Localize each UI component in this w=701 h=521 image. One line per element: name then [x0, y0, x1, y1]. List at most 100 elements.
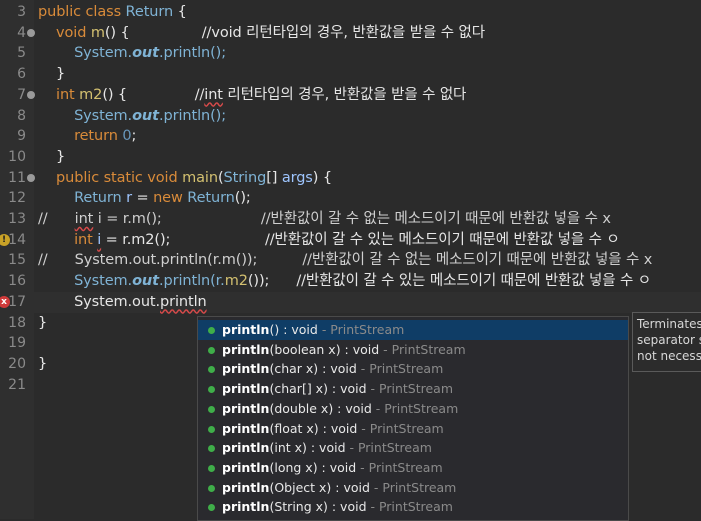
completion-item[interactable]: println(boolean x) : void - PrintStream	[198, 340, 628, 360]
completion-item[interactable]: println(long x) : void - PrintStream	[198, 458, 628, 478]
code-line[interactable]: 7 int m2() { //int 리턴타입의 경우, 반환값을 받을 수 없…	[0, 85, 701, 106]
completion-signature: println(Object x) : void - PrintStream	[222, 478, 456, 498]
code-token: void	[38, 24, 91, 41]
code-text[interactable]: }	[38, 313, 47, 334]
code-token: out	[132, 273, 159, 290]
line-number: 8	[17, 107, 26, 124]
code-token: i = r.m(); //반환값이 갈 수 없는 메소드이기 때문에 반환값 넣…	[93, 211, 611, 227]
code-text[interactable]: void m() { //void 리턴타입의 경우, 반환값을 받을 수 없다	[38, 23, 485, 44]
code-line[interactable]: 6 }	[0, 64, 701, 85]
code-token: // System.out.println(r.m()); //반환값이 갈 수…	[38, 252, 653, 269]
code-token: return	[38, 128, 123, 145]
code-token: int	[204, 86, 223, 103]
doc-line: not necessa	[637, 349, 701, 363]
code-text[interactable]: System.out.println();	[38, 43, 226, 64]
code-token: int	[38, 231, 98, 248]
code-token: []	[266, 169, 282, 186]
fold-toggle-icon[interactable]	[27, 90, 35, 99]
public-method-icon	[208, 504, 215, 512]
code-text[interactable]: }	[38, 64, 65, 85]
completion-item[interactable]: println() : void - PrintStream	[198, 320, 628, 340]
code-text[interactable]: int i = r.m2(); //반환값이 갈 수 있는 메소드이기 때문에 …	[38, 230, 620, 251]
code-line[interactable]: 5 System.out.println();	[0, 43, 701, 64]
code-text[interactable]: System.out.println(r.m2()); //반환값이 갈 수 있…	[38, 271, 651, 292]
code-token: System.	[38, 273, 133, 290]
line-number: 9	[17, 128, 26, 145]
code-text[interactable]: }	[38, 354, 47, 375]
code-text[interactable]: int m2() { //int 리턴타입의 경우, 반환값을 받을 수 없다	[38, 85, 466, 106]
completion-item[interactable]: println(char x) : void - PrintStream	[198, 359, 628, 379]
line-number: 4	[17, 24, 26, 41]
code-text[interactable]: System.out.println	[38, 292, 207, 313]
public-method-icon	[208, 386, 215, 394]
javadoc-hover-panel: Terminates separator s not necessa	[632, 312, 701, 372]
code-line[interactable]: 4 void m() { //void 리턴타입의 경우, 반환값을 받을 수 …	[0, 23, 701, 44]
code-token: m2	[79, 86, 103, 103]
doc-line: separator s	[637, 333, 701, 347]
code-line[interactable]: 17 x System.out.println	[0, 291, 701, 313]
method-name: println	[222, 381, 270, 397]
line-number: 3	[17, 4, 26, 20]
code-token: out	[132, 107, 159, 124]
code-token: =	[131, 190, 154, 207]
method-params: (char x) : void	[269, 361, 357, 377]
completion-item[interactable]: println(char[] x) : void - PrintStream	[198, 379, 628, 399]
method-params: (int x) : void	[269, 440, 346, 456]
line-number: 12	[8, 190, 26, 207]
code-line[interactable]: 11 public static void main(String[] args…	[0, 168, 701, 189]
code-token: .println();	[158, 107, 226, 124]
code-token: 리턴타입의 경우, 반환값을 받을 수 없다	[222, 86, 467, 103]
completion-item[interactable]: println(double x) : void - PrintStream	[198, 399, 628, 419]
line-number: 21	[8, 376, 26, 393]
code-token: System.	[38, 107, 133, 124]
code-text[interactable]: // int i = r.m(); //반환값이 갈 수 없는 메소드이기 때문…	[38, 209, 611, 230]
code-line[interactable]: 9 return 0;	[0, 126, 701, 147]
code-line[interactable]: 10 }	[0, 147, 701, 168]
public-method-icon	[208, 425, 215, 433]
declaring-type: - PrintStream	[366, 499, 453, 515]
code-text[interactable]: public static void main(String[] args) {	[38, 168, 332, 189]
completion-signature: println(int x) : void - PrintStream	[222, 438, 432, 458]
fold-toggle-icon[interactable]	[27, 28, 35, 37]
code-token: ) {	[312, 169, 332, 186]
completion-item[interactable]: println(int x) : void - PrintStream	[198, 438, 628, 458]
code-token: }	[38, 314, 48, 331]
completion-item[interactable]: println(float x) : void - PrintStream	[198, 419, 628, 439]
warning-marker-icon[interactable]: !	[0, 233, 10, 246]
line-number: 11	[8, 169, 26, 186]
code-line[interactable]: 14! int i = r.m2(); //반환값이 갈 수 있는 메소드이기 …	[0, 230, 701, 251]
code-line[interactable]: 8 System.out.println();	[0, 106, 701, 127]
code-line[interactable]: 16 System.out.println(r.m2()); //반환값이 갈 …	[0, 271, 701, 292]
declaring-type: - PrintStream	[356, 459, 443, 475]
code-text[interactable]: System.out.println();	[38, 106, 226, 127]
line-number: 18	[8, 314, 26, 331]
code-text[interactable]: Return r = new Return();	[38, 188, 251, 209]
public-method-icon	[208, 346, 215, 354]
declaring-type: - PrintStream	[369, 479, 457, 495]
code-token: ()); //반환값이 갈 수 있는 메소드이기 때문에 반환값 넣을 수 ㅇ	[247, 273, 652, 290]
completion-signature: println(String x) : void - PrintStream	[222, 497, 453, 517]
code-line[interactable]: 12 Return r = new Return();	[0, 188, 701, 209]
code-text[interactable]: public class Return {	[38, 2, 187, 23]
code-token: println	[160, 293, 207, 310]
method-name: println	[222, 459, 270, 475]
completion-item[interactable]: println(Object x) : void - PrintStream	[198, 478, 628, 498]
declaring-type: - PrintStream	[379, 341, 466, 357]
method-params: () : void	[269, 322, 318, 337]
code-line[interactable]: 3 public class Return {	[0, 2, 701, 23]
method-name: println	[222, 499, 270, 515]
content-assist-popup[interactable]: println() : void - PrintStream println(bo…	[197, 316, 629, 521]
line-number: 15	[8, 252, 26, 269]
code-line[interactable]: 15 // System.out.println(r.m()); //반환값이 갈…	[0, 250, 701, 271]
completion-signature: println(double x) : void - PrintStream	[222, 399, 458, 419]
completion-item[interactable]: println(String x) : void - PrintStream	[198, 497, 628, 517]
code-token: main	[182, 169, 218, 186]
code-text[interactable]: return 0;	[38, 126, 136, 147]
fold-toggle-icon[interactable]	[27, 173, 35, 182]
code-text[interactable]: }	[38, 147, 65, 168]
code-token: int	[38, 86, 80, 103]
declaring-type: - PrintStream	[371, 400, 459, 416]
code-token: Return	[38, 190, 127, 207]
code-text[interactable]: // System.out.println(r.m()); //반환값이 갈 수…	[38, 250, 652, 271]
code-line[interactable]: 13 // int i = r.m(); //반환값이 갈 수 없는 메소드이기 …	[0, 209, 701, 230]
